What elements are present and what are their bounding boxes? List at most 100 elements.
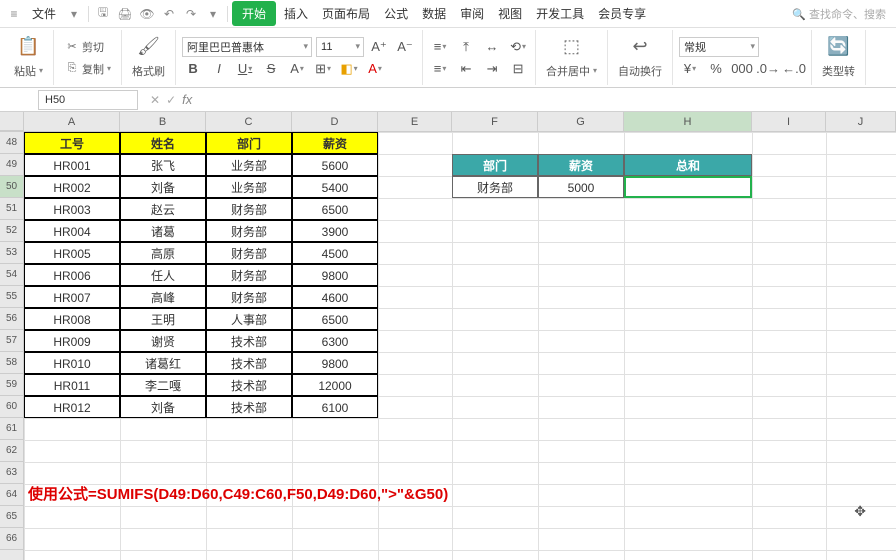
cell-id[interactable]: HR001 — [24, 154, 120, 176]
tab-data[interactable]: 数据 — [416, 1, 452, 26]
cell-id[interactable]: HR011 — [24, 374, 120, 396]
cell-sal[interactable]: 5400 — [292, 176, 378, 198]
row-header-60[interactable]: 60 — [0, 396, 23, 418]
row-header-65[interactable]: 65 — [0, 506, 23, 528]
menu-icon[interactable]: ≡ — [4, 4, 24, 24]
tab-insert[interactable]: 插入 — [278, 1, 314, 26]
col-header-B[interactable]: B — [120, 112, 206, 131]
tab-vip[interactable]: 会员专享 — [592, 1, 652, 26]
side-header-sum[interactable]: 总和 — [624, 154, 752, 176]
border-button[interactable]: ⊞ — [312, 59, 334, 79]
header-sal[interactable]: 薪资 — [292, 132, 378, 154]
row-header-61[interactable]: 61 — [0, 418, 23, 440]
cell-name[interactable]: 李二嘎 — [120, 374, 206, 396]
cancel-icon[interactable]: ✕ — [150, 93, 160, 107]
cut-button[interactable]: ✂剪切 — [60, 37, 115, 57]
increase-font-icon[interactable]: A⁺ — [368, 37, 390, 57]
row-header-62[interactable]: 62 — [0, 440, 23, 462]
font-family-select[interactable]: 阿里巴巴普惠体 — [182, 37, 312, 57]
chevron-down-icon[interactable]: ▾ — [64, 4, 84, 24]
col-header-F[interactable]: F — [452, 112, 538, 131]
row-header-56[interactable]: 56 — [0, 308, 23, 330]
cell-id[interactable]: HR006 — [24, 264, 120, 286]
align-top-icon[interactable]: ⤒ — [455, 37, 477, 57]
col-header-D[interactable]: D — [292, 112, 378, 131]
fx-icon[interactable]: fx — [182, 92, 192, 107]
cell-sal[interactable]: 6100 — [292, 396, 378, 418]
tab-dev[interactable]: 开发工具 — [530, 1, 590, 26]
tab-layout[interactable]: 页面布局 — [316, 1, 376, 26]
tab-formula[interactable]: 公式 — [378, 1, 414, 26]
name-box[interactable]: H50 — [38, 90, 138, 110]
row-header-63[interactable]: 63 — [0, 462, 23, 484]
type-convert-button[interactable]: 类型转 — [818, 61, 859, 81]
row-header-66[interactable]: 66 — [0, 528, 23, 550]
cell-dept[interactable]: 技术部 — [206, 374, 292, 396]
cell-id[interactable]: HR008 — [24, 308, 120, 330]
cell-sal[interactable]: 3900 — [292, 220, 378, 242]
print-icon[interactable]: 🖨 — [115, 4, 135, 24]
row-header-49[interactable]: 49 — [0, 154, 23, 176]
cell-name[interactable]: 诸葛红 — [120, 352, 206, 374]
save-icon[interactable]: 🖫 — [93, 4, 113, 24]
cell-id[interactable]: HR009 — [24, 330, 120, 352]
cell-dept[interactable]: 技术部 — [206, 352, 292, 374]
row-header-48[interactable]: 48 — [0, 132, 23, 154]
col-header-J[interactable]: J — [826, 112, 896, 131]
col-header-A[interactable]: A — [24, 112, 120, 131]
underline-button[interactable]: U — [234, 59, 256, 79]
row-header-58[interactable]: 58 — [0, 352, 23, 374]
wrap-button[interactable]: 自动换行 — [614, 61, 666, 81]
cell-dept[interactable]: 技术部 — [206, 396, 292, 418]
align-mid-icon[interactable]: ↔ — [481, 37, 503, 57]
row-header-54[interactable]: 54 — [0, 264, 23, 286]
cell-dept[interactable]: 财务部 — [206, 264, 292, 286]
cell-sal[interactable]: 4500 — [292, 242, 378, 264]
header-id[interactable]: 工号 — [24, 132, 120, 154]
col-header-I[interactable]: I — [752, 112, 826, 131]
decrease-font-icon[interactable]: A⁻ — [394, 37, 416, 57]
cell-dept[interactable]: 财务部 — [206, 286, 292, 308]
cell-dept[interactable]: 财务部 — [206, 242, 292, 264]
cell-dept[interactable]: 业务部 — [206, 176, 292, 198]
merge-icon[interactable]: ⬚ — [560, 35, 584, 59]
preview-icon[interactable]: 👁 — [137, 4, 157, 24]
row-header-50[interactable]: 50 — [0, 176, 23, 198]
paste-icon[interactable]: 📋 — [17, 35, 41, 59]
header-name[interactable]: 姓名 — [120, 132, 206, 154]
cell-name[interactable]: 谢贤 — [120, 330, 206, 352]
cell-dept[interactable]: 财务部 — [206, 220, 292, 242]
selected-cell[interactable] — [624, 176, 752, 198]
convert-icon[interactable]: 🔄 — [827, 35, 851, 59]
accept-icon[interactable]: ✓ — [166, 93, 176, 107]
dec-dec-icon[interactable]: ←.0 — [783, 59, 805, 79]
cell-sal[interactable]: 6500 — [292, 198, 378, 220]
formula-bar[interactable]: ✕ ✓ fx — [144, 92, 896, 107]
number-format-select[interactable]: 常规 — [679, 37, 759, 57]
paste-button[interactable]: 粘贴 — [10, 61, 47, 81]
indent-inc-icon[interactable]: ⇥ — [481, 59, 503, 79]
wrap-icon[interactable]: ↩ — [628, 35, 652, 59]
row-header-59[interactable]: 59 — [0, 374, 23, 396]
font-color-button[interactable]: A — [286, 59, 308, 79]
cells-area[interactable]: 工号姓名部门薪资HR001张飞业务部5600HR002刘备业务部5400HR00… — [24, 132, 896, 560]
cell-name[interactable]: 张飞 — [120, 154, 206, 176]
bold-button[interactable]: B — [182, 59, 204, 79]
col-header-H[interactable]: H — [624, 112, 752, 131]
tab-view[interactable]: 视图 — [492, 1, 528, 26]
distribute-icon[interactable]: ⊟ — [507, 59, 529, 79]
font-size-select[interactable]: 11 — [316, 37, 364, 57]
cell-id[interactable]: HR004 — [24, 220, 120, 242]
orientation-button[interactable]: ⟲ — [507, 37, 529, 57]
search-commands[interactable]: 🔍 查找命令、搜索 — [786, 6, 892, 22]
cell-id[interactable]: HR002 — [24, 176, 120, 198]
comma-button[interactable]: 000 — [731, 59, 753, 79]
currency-button[interactable]: ¥ — [679, 59, 701, 79]
row-header-52[interactable]: 52 — [0, 220, 23, 242]
cell-name[interactable]: 王明 — [120, 308, 206, 330]
cell-sal[interactable]: 5600 — [292, 154, 378, 176]
col-header-G[interactable]: G — [538, 112, 624, 131]
cell-id[interactable]: HR012 — [24, 396, 120, 418]
merge-button[interactable]: 合并居中 — [542, 61, 601, 81]
col-header-E[interactable]: E — [378, 112, 452, 131]
